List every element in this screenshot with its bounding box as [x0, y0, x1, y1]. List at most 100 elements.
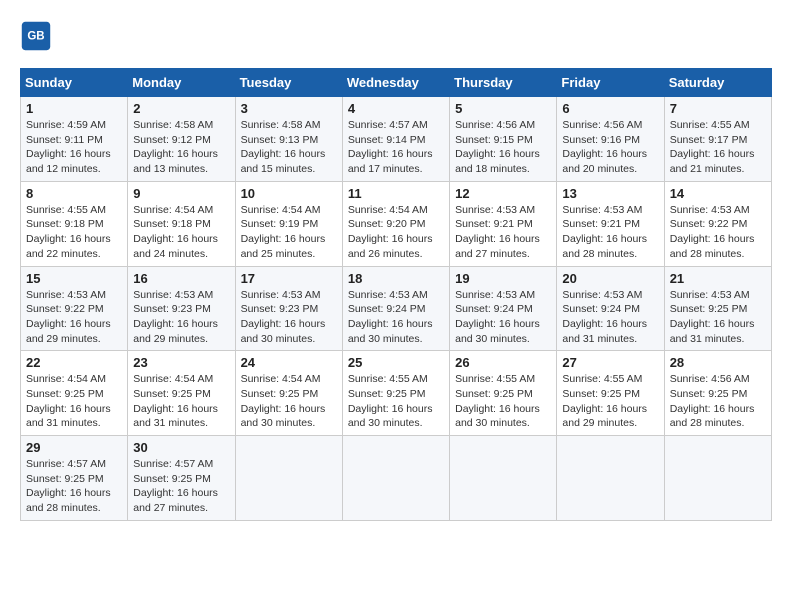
day-info: Sunrise: 4:56 AM Sunset: 9:25 PM Dayligh…	[670, 372, 766, 431]
table-row: 1 Sunrise: 4:59 AM Sunset: 9:11 PM Dayli…	[21, 97, 128, 182]
day-number: 12	[455, 186, 551, 201]
day-number: 14	[670, 186, 766, 201]
day-info: Sunrise: 4:53 AM Sunset: 9:22 PM Dayligh…	[26, 288, 122, 347]
day-info: Sunrise: 4:53 AM Sunset: 9:22 PM Dayligh…	[670, 203, 766, 262]
day-number: 6	[562, 101, 658, 116]
table-row: 9 Sunrise: 4:54 AM Sunset: 9:18 PM Dayli…	[128, 181, 235, 266]
svg-text:GB: GB	[27, 31, 44, 43]
day-info: Sunrise: 4:53 AM Sunset: 9:24 PM Dayligh…	[455, 288, 551, 347]
col-thursday: Thursday	[450, 69, 557, 97]
table-row: 11 Sunrise: 4:54 AM Sunset: 9:20 PM Dayl…	[342, 181, 449, 266]
day-info: Sunrise: 4:57 AM Sunset: 9:25 PM Dayligh…	[26, 457, 122, 516]
table-row: 2 Sunrise: 4:58 AM Sunset: 9:12 PM Dayli…	[128, 97, 235, 182]
day-info: Sunrise: 4:59 AM Sunset: 9:11 PM Dayligh…	[26, 118, 122, 177]
day-info: Sunrise: 4:53 AM Sunset: 9:24 PM Dayligh…	[348, 288, 444, 347]
table-row: 10 Sunrise: 4:54 AM Sunset: 9:19 PM Dayl…	[235, 181, 342, 266]
table-row: 12 Sunrise: 4:53 AM Sunset: 9:21 PM Dayl…	[450, 181, 557, 266]
table-row	[235, 436, 342, 521]
table-row: 18 Sunrise: 4:53 AM Sunset: 9:24 PM Dayl…	[342, 266, 449, 351]
day-info: Sunrise: 4:54 AM Sunset: 9:25 PM Dayligh…	[241, 372, 337, 431]
day-info: Sunrise: 4:55 AM Sunset: 9:17 PM Dayligh…	[670, 118, 766, 177]
day-number: 24	[241, 355, 337, 370]
day-info: Sunrise: 4:54 AM Sunset: 9:25 PM Dayligh…	[133, 372, 229, 431]
day-number: 13	[562, 186, 658, 201]
table-row: 8 Sunrise: 4:55 AM Sunset: 9:18 PM Dayli…	[21, 181, 128, 266]
day-info: Sunrise: 4:53 AM Sunset: 9:23 PM Dayligh…	[241, 288, 337, 347]
table-row: 25 Sunrise: 4:55 AM Sunset: 9:25 PM Dayl…	[342, 351, 449, 436]
day-info: Sunrise: 4:55 AM Sunset: 9:25 PM Dayligh…	[348, 372, 444, 431]
day-number: 7	[670, 101, 766, 116]
day-number: 18	[348, 271, 444, 286]
day-info: Sunrise: 4:54 AM Sunset: 9:19 PM Dayligh…	[241, 203, 337, 262]
day-number: 23	[133, 355, 229, 370]
table-row: 14 Sunrise: 4:53 AM Sunset: 9:22 PM Dayl…	[664, 181, 771, 266]
table-row: 29 Sunrise: 4:57 AM Sunset: 9:25 PM Dayl…	[21, 436, 128, 521]
day-info: Sunrise: 4:55 AM Sunset: 9:18 PM Dayligh…	[26, 203, 122, 262]
table-row: 6 Sunrise: 4:56 AM Sunset: 9:16 PM Dayli…	[557, 97, 664, 182]
day-number: 11	[348, 186, 444, 201]
day-info: Sunrise: 4:55 AM Sunset: 9:25 PM Dayligh…	[562, 372, 658, 431]
day-info: Sunrise: 4:57 AM Sunset: 9:14 PM Dayligh…	[348, 118, 444, 177]
day-number: 25	[348, 355, 444, 370]
day-number: 21	[670, 271, 766, 286]
day-number: 3	[241, 101, 337, 116]
page-header: GB	[20, 20, 772, 52]
table-row: 28 Sunrise: 4:56 AM Sunset: 9:25 PM Dayl…	[664, 351, 771, 436]
table-row	[557, 436, 664, 521]
day-info: Sunrise: 4:53 AM Sunset: 9:21 PM Dayligh…	[562, 203, 658, 262]
day-number: 29	[26, 440, 122, 455]
day-info: Sunrise: 4:58 AM Sunset: 9:12 PM Dayligh…	[133, 118, 229, 177]
table-row: 3 Sunrise: 4:58 AM Sunset: 9:13 PM Dayli…	[235, 97, 342, 182]
day-number: 20	[562, 271, 658, 286]
table-row: 4 Sunrise: 4:57 AM Sunset: 9:14 PM Dayli…	[342, 97, 449, 182]
day-number: 22	[26, 355, 122, 370]
logo-icon: GB	[20, 20, 52, 52]
table-row: 15 Sunrise: 4:53 AM Sunset: 9:22 PM Dayl…	[21, 266, 128, 351]
day-number: 19	[455, 271, 551, 286]
table-row: 20 Sunrise: 4:53 AM Sunset: 9:24 PM Dayl…	[557, 266, 664, 351]
day-info: Sunrise: 4:54 AM Sunset: 9:25 PM Dayligh…	[26, 372, 122, 431]
day-number: 27	[562, 355, 658, 370]
day-number: 5	[455, 101, 551, 116]
day-number: 1	[26, 101, 122, 116]
col-monday: Monday	[128, 69, 235, 97]
table-row: 5 Sunrise: 4:56 AM Sunset: 9:15 PM Dayli…	[450, 97, 557, 182]
day-number: 17	[241, 271, 337, 286]
day-info: Sunrise: 4:53 AM Sunset: 9:24 PM Dayligh…	[562, 288, 658, 347]
col-saturday: Saturday	[664, 69, 771, 97]
day-number: 8	[26, 186, 122, 201]
day-number: 15	[26, 271, 122, 286]
table-row	[342, 436, 449, 521]
day-info: Sunrise: 4:57 AM Sunset: 9:25 PM Dayligh…	[133, 457, 229, 516]
table-row: 22 Sunrise: 4:54 AM Sunset: 9:25 PM Dayl…	[21, 351, 128, 436]
table-row	[664, 436, 771, 521]
day-info: Sunrise: 4:54 AM Sunset: 9:20 PM Dayligh…	[348, 203, 444, 262]
day-number: 16	[133, 271, 229, 286]
calendar-table: Sunday Monday Tuesday Wednesday Thursday…	[20, 68, 772, 521]
day-info: Sunrise: 4:53 AM Sunset: 9:25 PM Dayligh…	[670, 288, 766, 347]
table-row: 27 Sunrise: 4:55 AM Sunset: 9:25 PM Dayl…	[557, 351, 664, 436]
day-info: Sunrise: 4:56 AM Sunset: 9:16 PM Dayligh…	[562, 118, 658, 177]
day-number: 2	[133, 101, 229, 116]
day-number: 26	[455, 355, 551, 370]
table-row	[450, 436, 557, 521]
col-tuesday: Tuesday	[235, 69, 342, 97]
table-row: 30 Sunrise: 4:57 AM Sunset: 9:25 PM Dayl…	[128, 436, 235, 521]
day-info: Sunrise: 4:53 AM Sunset: 9:23 PM Dayligh…	[133, 288, 229, 347]
day-number: 10	[241, 186, 337, 201]
logo: GB	[20, 20, 56, 52]
day-number: 28	[670, 355, 766, 370]
col-wednesday: Wednesday	[342, 69, 449, 97]
day-number: 30	[133, 440, 229, 455]
table-row: 19 Sunrise: 4:53 AM Sunset: 9:24 PM Dayl…	[450, 266, 557, 351]
day-info: Sunrise: 4:58 AM Sunset: 9:13 PM Dayligh…	[241, 118, 337, 177]
table-row: 24 Sunrise: 4:54 AM Sunset: 9:25 PM Dayl…	[235, 351, 342, 436]
table-row: 21 Sunrise: 4:53 AM Sunset: 9:25 PM Dayl…	[664, 266, 771, 351]
table-row: 17 Sunrise: 4:53 AM Sunset: 9:23 PM Dayl…	[235, 266, 342, 351]
day-number: 9	[133, 186, 229, 201]
day-info: Sunrise: 4:56 AM Sunset: 9:15 PM Dayligh…	[455, 118, 551, 177]
table-row: 13 Sunrise: 4:53 AM Sunset: 9:21 PM Dayl…	[557, 181, 664, 266]
table-row: 23 Sunrise: 4:54 AM Sunset: 9:25 PM Dayl…	[128, 351, 235, 436]
col-sunday: Sunday	[21, 69, 128, 97]
table-row: 26 Sunrise: 4:55 AM Sunset: 9:25 PM Dayl…	[450, 351, 557, 436]
